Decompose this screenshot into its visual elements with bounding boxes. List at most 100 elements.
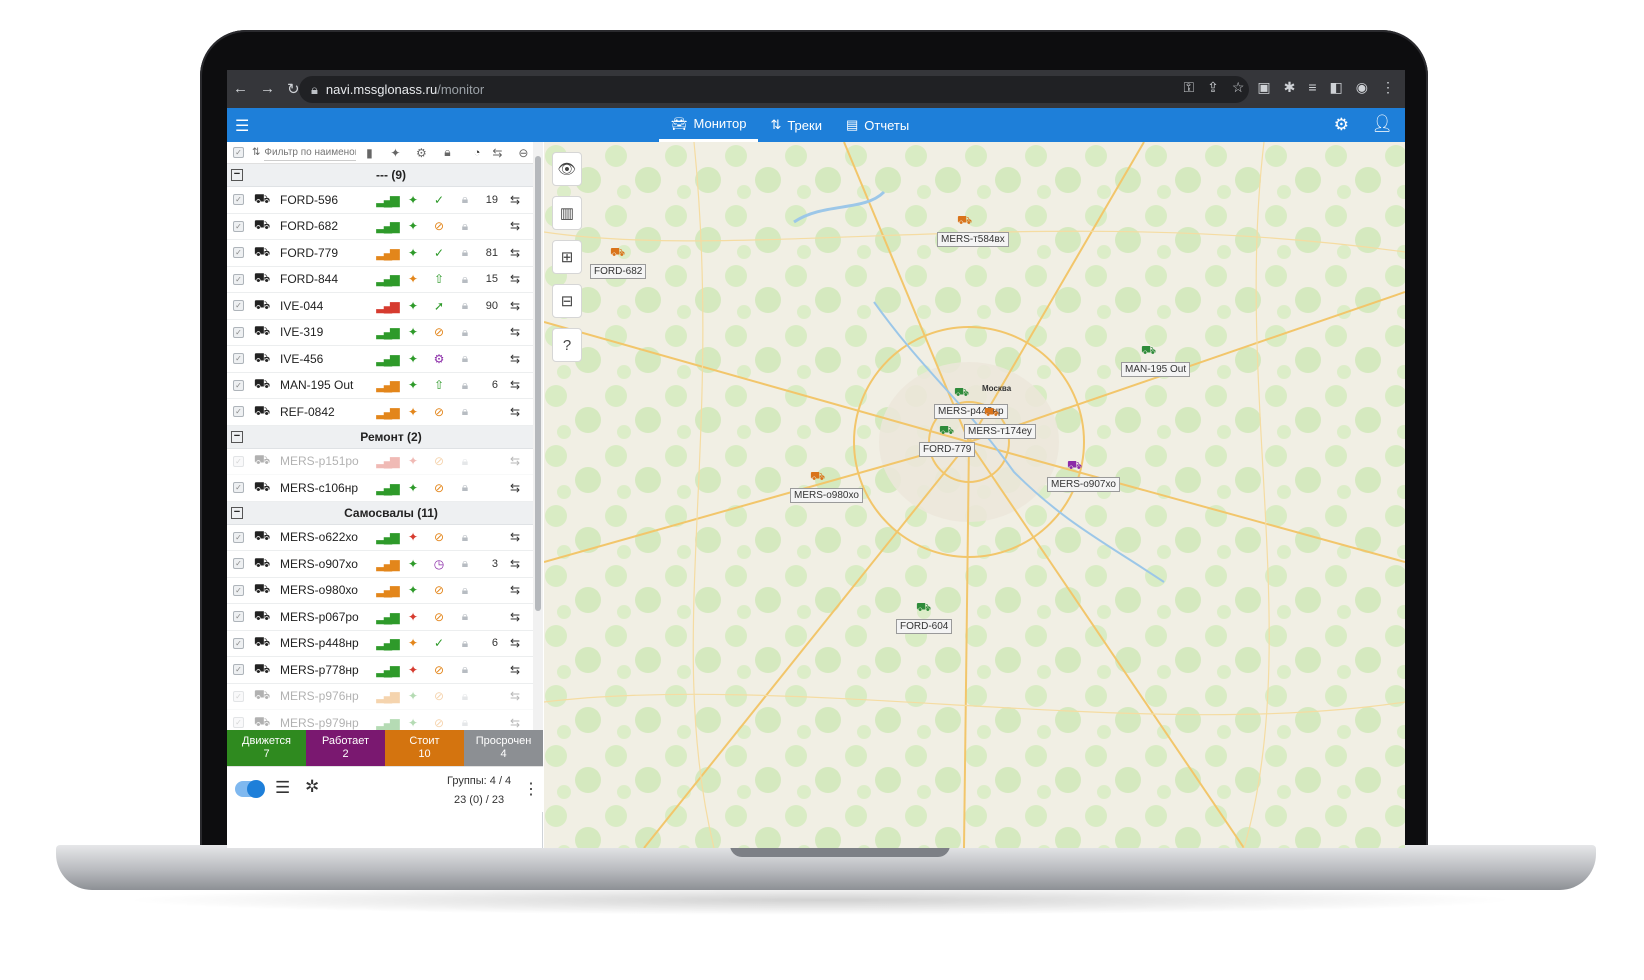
row-checkbox[interactable]: ✓ [233, 531, 244, 543]
row-checkbox[interactable]: ✓ [233, 717, 244, 729]
profile-icon[interactable]: ◉ [1356, 79, 1368, 96]
status-moving[interactable]: Движется 7 [227, 730, 306, 766]
row-checkbox[interactable]: ✓ [233, 664, 244, 676]
zoom-in-icon[interactable]: ⊞ [552, 240, 582, 274]
route-icon[interactable]: ⇆ [502, 352, 528, 366]
vehicle-row[interactable]: ✓⛟MERS-р979нр▂▄▆✦⊘🔒︎⇆⊖ [227, 710, 533, 730]
collapse-menu-icon[interactable]: ☰ [235, 116, 249, 136]
filter-input[interactable] [264, 144, 357, 161]
vehicle-row[interactable]: ✓⛟MERS-с106нр▂▄▆✦⊘🔒︎⇆⊖ [227, 475, 533, 502]
vehicle-map-label[interactable]: MAN-195 Out [1121, 362, 1191, 377]
vehicle-map-label[interactable]: FORD-779 [919, 442, 976, 457]
route-icon[interactable]: ⇆ [502, 299, 528, 313]
speed-column-icon[interactable]: ◔ [460, 147, 481, 159]
group-header[interactable]: − --- (9) [227, 164, 533, 187]
route-icon[interactable]: ⇆ [502, 246, 528, 260]
vehicle-map-label[interactable]: FORD-604 [896, 619, 953, 634]
lock-column-icon[interactable]: 🔒︎ [434, 145, 460, 160]
list-icon[interactable]: ☰ [275, 778, 290, 798]
route-icon[interactable]: ⇆ [502, 610, 528, 624]
back-icon[interactable]: ← [233, 80, 248, 98]
group-header[interactable]: − Ремонт (2) [227, 425, 533, 449]
vehicle-row[interactable]: ✓⛟MERS-р151ро▂▄▆✦⊘🔒︎⇆⊖ [227, 449, 533, 475]
ignition-column-icon[interactable]: ⚙ [408, 146, 434, 160]
vehicle-marker-icon[interactable]: ⛟ [954, 386, 969, 398]
vehicle-marker-icon[interactable]: ⛟ [916, 601, 931, 613]
help-icon[interactable]: ? [552, 328, 582, 362]
status-standing[interactable]: Стоит 10 [385, 730, 464, 766]
vehicle-row[interactable]: ✓⛟MERS-р067ро▂▄▆✦⊘🔒︎⇆⊖ [227, 604, 533, 631]
sort-icon[interactable]: ⇅ [252, 147, 260, 158]
collapse-group-icon[interactable]: − [231, 169, 243, 181]
vehicle-row[interactable]: ✓⛟REF-0842▂▄▆✦⊘🔒︎⇆⊖ [227, 399, 533, 426]
route-icon[interactable]: ⇆ [502, 557, 528, 571]
puzzle-icon[interactable]: ✲ [305, 777, 319, 797]
route-icon[interactable]: ⇆ [502, 530, 528, 544]
vehicle-marker-icon[interactable]: ⛟ [1067, 459, 1082, 471]
eye-icon[interactable]: 👁︎ [552, 152, 582, 186]
user-icon[interactable]: 👤︎ [1371, 114, 1393, 134]
vehicle-row[interactable]: ✓⛟MERS-о907хо▂▄▆✦◷🔒︎3⇆⊖ [227, 551, 533, 578]
gear-icon[interactable]: ⚙ [1334, 115, 1349, 135]
vehicle-row[interactable]: ✓⛟FORD-596▂▄▆✦✓🔒︎19⇆⊖ [227, 187, 533, 214]
vehicle-map-label[interactable]: MERS-т174еу [964, 424, 1036, 439]
row-checkbox[interactable]: ✓ [233, 690, 244, 702]
row-checkbox[interactable]: ✓ [233, 247, 244, 259]
satellite-column-icon[interactable]: ✦ [382, 146, 408, 160]
vehicle-map-label[interactable]: MERS-о980хо [790, 488, 863, 503]
zoom-out-icon[interactable]: ⊟ [552, 284, 582, 318]
route-icon[interactable]: ⇆ [502, 663, 528, 677]
row-checkbox[interactable]: ✓ [233, 273, 244, 285]
key-icon[interactable]: ⚿ [1183, 79, 1194, 96]
vehicle-marker-icon[interactable]: ⛟ [939, 424, 954, 436]
forward-icon[interactable]: → [260, 80, 275, 98]
star-icon[interactable]: ☆ [1232, 79, 1245, 96]
route-icon[interactable]: ⇆ [502, 689, 528, 703]
row-checkbox[interactable]: ✓ [233, 379, 244, 391]
vehicle-row[interactable]: ✓⛟MERS-р448нр▂▄▆✦✓🔒︎6⇆⊖ [227, 631, 533, 657]
map-view[interactable]: Москва 👁︎ ▥ ⊞ ⊟ ? ⛟ MERS-т584вх ⛟ FORD-682 ⛟… [544, 142, 1405, 848]
vehicle-row[interactable]: ✓⛟FORD-779▂▄▆✦✓🔒︎81⇆⊖ [227, 240, 533, 267]
extension-icon[interactable]: ▣ [1257, 79, 1270, 96]
vehicle-map-label[interactable]: FORD-682 [590, 264, 647, 279]
address-bar[interactable]: 🔒︎ navi.mssglonass.ru /monitor [299, 76, 1249, 103]
reload-icon[interactable]: ↻ [287, 80, 300, 98]
row-checkbox[interactable]: ✓ [233, 584, 244, 596]
tab-monitor[interactable]: 🚘︎ Монитор [659, 108, 759, 142]
map-layers-icon[interactable]: ▥ [552, 196, 582, 230]
row-checkbox[interactable]: ✓ [233, 220, 244, 232]
puzzle-icon[interactable]: ✱ [1284, 79, 1296, 96]
route-icon[interactable]: ⇆ [502, 716, 528, 730]
vehicle-marker-icon[interactable]: ⛟ [957, 214, 972, 226]
scrollbar-thumb[interactable] [535, 156, 541, 611]
menu-icon[interactable]: ⋮ [1381, 79, 1395, 96]
row-checkbox[interactable]: ✓ [233, 455, 244, 467]
vehicle-marker-icon[interactable]: ⛟ [984, 406, 999, 418]
vehicle-marker-icon[interactable]: ⛟ [1141, 344, 1156, 356]
route-icon[interactable]: ⇆ [502, 193, 528, 207]
collapse-group-icon[interactable]: − [231, 506, 243, 519]
share-icon[interactable]: ⇪ [1207, 79, 1219, 96]
row-checkbox[interactable]: ✓ [233, 558, 244, 570]
signal-column-icon[interactable]: ▮ [356, 146, 382, 160]
route-icon[interactable]: ⇆ [502, 325, 528, 339]
vehicle-row[interactable]: ✓⛟IVE-044▂▄▆✦➚🔒︎90⇆⊖ [227, 293, 533, 320]
route-icon[interactable]: ⇆ [502, 219, 528, 233]
status-overdue[interactable]: Просрочен 4 [464, 730, 543, 766]
row-checkbox[interactable]: ✓ [233, 611, 244, 623]
row-checkbox[interactable]: ✓ [233, 637, 244, 649]
route-column-icon[interactable]: ⇆ [484, 146, 510, 160]
view-toggle[interactable] [235, 780, 265, 798]
vehicle-map-label[interactable]: MERS-т584вх [937, 232, 1009, 247]
route-icon[interactable]: ⇆ [502, 378, 528, 392]
vehicle-row[interactable]: ✓⛟FORD-682▂▄▆✦⊘🔒︎⇆⊖ [227, 214, 533, 240]
status-working[interactable]: Работает 2 [306, 730, 385, 766]
select-all-checkbox[interactable]: ✓ [233, 147, 244, 158]
row-checkbox[interactable]: ✓ [233, 482, 244, 494]
vehicle-row[interactable]: ✓⛟MERS-о980хо▂▄▆✦⊘🔒︎⇆⊖ [227, 578, 533, 604]
tab-reports[interactable]: ▤ Отчеты [834, 108, 921, 142]
route-icon[interactable]: ⇆ [502, 272, 528, 286]
vehicle-row[interactable]: ✓⛟MERS-р778нр▂▄▆✦⊘🔒︎⇆⊖ [227, 657, 533, 684]
route-icon[interactable]: ⇆ [502, 454, 528, 468]
vehicle-row[interactable]: ✓⛟MAN-195 Out▂▄▆✦⇧🔒︎6⇆⊖ [227, 373, 533, 399]
